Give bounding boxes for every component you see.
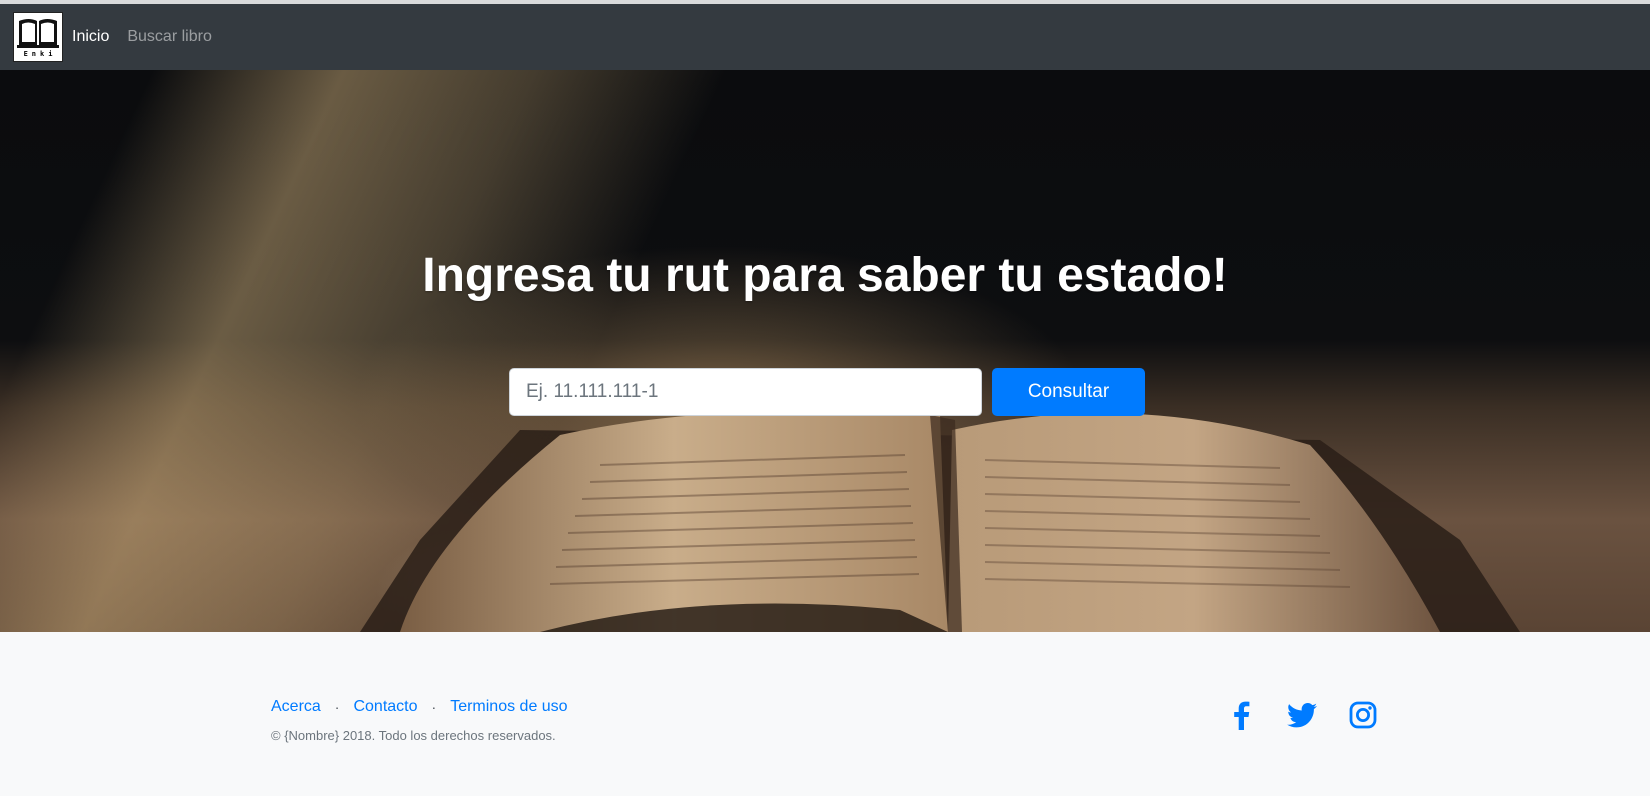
brand-text: Enki: [23, 49, 57, 58]
rut-search-form: Consultar: [509, 368, 1145, 416]
footer-link-acerca[interactable]: Acerca: [271, 698, 321, 716]
facebook-icon: [1234, 701, 1250, 730]
footer-separator: ·: [431, 699, 437, 715]
hero-title: Ingresa tu rut para saber tu estado!: [422, 249, 1228, 302]
hero-background-image: [360, 410, 1520, 632]
footer: Acerca · Contacto · Terminos de uso © {N…: [0, 632, 1650, 796]
book-icon: [17, 18, 59, 48]
navbar: Enki Inicio Buscar libro: [0, 4, 1650, 70]
consultar-button[interactable]: Consultar: [992, 368, 1145, 416]
nav-link-buscar-libro[interactable]: Buscar libro: [127, 28, 211, 46]
hero-section: Ingresa tu rut para saber tu estado! Con…: [0, 70, 1650, 632]
instagram-link[interactable]: [1348, 700, 1378, 730]
rut-input[interactable]: [509, 368, 982, 416]
footer-link-terminos[interactable]: Terminos de uso: [450, 698, 567, 716]
footer-separator: ·: [334, 699, 340, 715]
footer-links: Acerca · Contacto · Terminos de uso: [271, 698, 568, 716]
brand-logo[interactable]: Enki: [13, 12, 63, 62]
facebook-link[interactable]: [1226, 700, 1256, 730]
social-links: [1226, 700, 1409, 730]
twitter-link[interactable]: [1287, 700, 1317, 730]
instagram-icon: [1349, 701, 1377, 729]
twitter-icon: [1287, 702, 1317, 727]
footer-link-contacto[interactable]: Contacto: [353, 698, 417, 716]
copyright-text: © {Nombre} 2018. Todo los derechos reser…: [271, 728, 556, 743]
nav-link-inicio[interactable]: Inicio: [72, 28, 109, 46]
